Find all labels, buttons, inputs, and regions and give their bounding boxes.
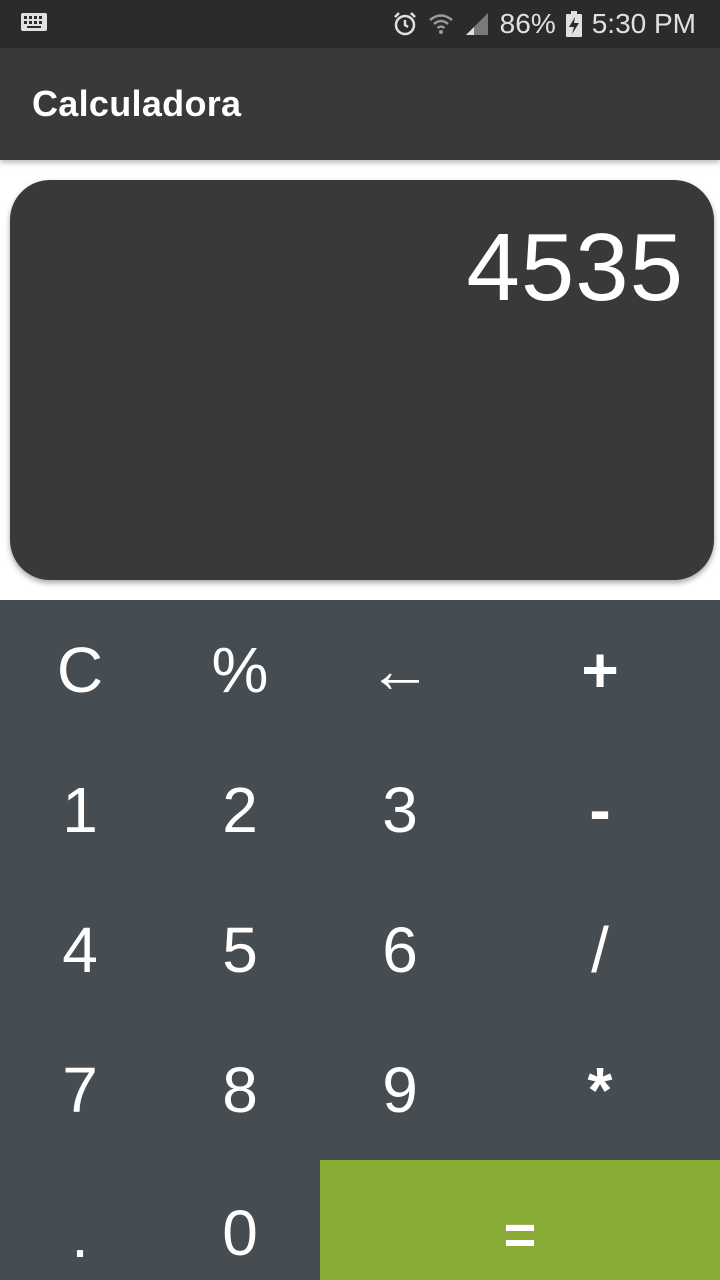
battery-percent: 86% (499, 8, 556, 39)
keyboard-icon (20, 12, 48, 37)
display-value: 4535 (466, 214, 684, 321)
battery-charging-icon (565, 11, 582, 37)
divide-button[interactable]: / (480, 880, 720, 1020)
app-bar: Calculadora (0, 48, 720, 160)
digit-7-button[interactable]: 7 (0, 1020, 160, 1160)
minus-button[interactable]: - (480, 740, 720, 880)
digit-3-button[interactable]: 3 (320, 740, 480, 880)
keypad: C % ← + 1 2 3 - 4 5 6 / 7 8 9 * . 0 = (0, 600, 720, 1280)
equals-button[interactable]: = (320, 1160, 720, 1280)
digit-0-button[interactable]: 0 (160, 1160, 320, 1280)
alarm-icon (392, 11, 418, 37)
clock-time: 5:30 PM (591, 8, 696, 39)
digit-6-button[interactable]: 6 (320, 880, 480, 1020)
percent-button[interactable]: % (160, 600, 320, 740)
calculator-display: 4535 (10, 180, 714, 580)
digit-5-button[interactable]: 5 (160, 880, 320, 1020)
digit-2-button[interactable]: 2 (160, 740, 320, 880)
wifi-icon (428, 11, 454, 37)
digit-4-button[interactable]: 4 (0, 880, 160, 1020)
status-bar: 86% 5:30 PM (0, 0, 720, 48)
digit-1-button[interactable]: 1 (0, 740, 160, 880)
decimal-button[interactable]: . (0, 1160, 160, 1280)
clear-button[interactable]: C (0, 600, 160, 740)
multiply-button[interactable]: * (480, 1020, 720, 1160)
digit-9-button[interactable]: 9 (320, 1020, 480, 1160)
app-title: Calculadora (32, 83, 242, 124)
backspace-button[interactable]: ← (320, 600, 480, 740)
plus-button[interactable]: + (480, 600, 720, 740)
signal-icon (464, 11, 490, 37)
digit-8-button[interactable]: 8 (160, 1020, 320, 1160)
